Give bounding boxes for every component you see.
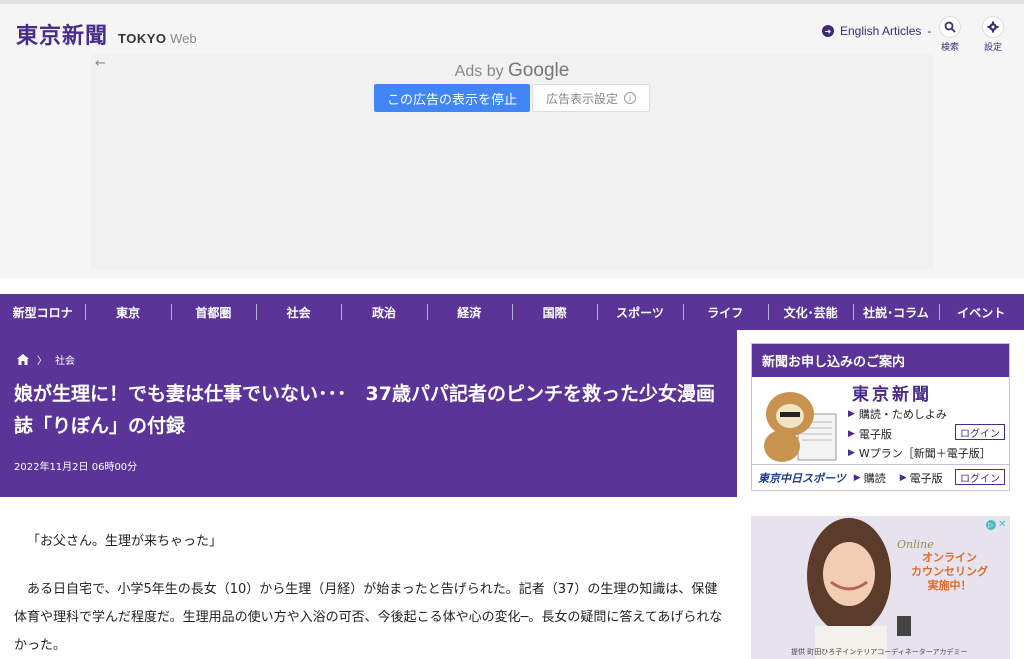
subscribe-row-wplan[interactable]: ▶ Wプラン［新聞＋電子版］	[848, 445, 991, 461]
top-ad-area: ← Ads by Google この広告の表示を停止 広告表示設定 i	[0, 52, 1024, 278]
ad-settings-label: 広告表示設定	[545, 91, 618, 106]
nav-item-metro[interactable]: 首都圏	[170, 294, 256, 330]
close-icon[interactable]: ✕	[998, 520, 1008, 530]
mascot-illustration	[764, 392, 837, 462]
article-body: 「お父さん。生理が来ちゃった」 ある日自宅で、小学5年生の長女（10）から生理（…	[14, 528, 726, 659]
article-paragraph: ある日自宅で、小学5年生の長女（10）から生理（月経）が始まったと告げられた。記…	[14, 582, 723, 653]
logo-en: TOKYO Web	[118, 31, 197, 46]
breadcrumb-category[interactable]: 社会	[55, 352, 75, 367]
article-header: 〉 社会 娘が生理に！でも妻は仕事でいない･･･ 37歳パパ記者のピンチを救った…	[0, 330, 737, 497]
sports-subscribe-link[interactable]: 購読	[864, 470, 886, 486]
subscription-title: 新聞お申し込みのご案内	[752, 344, 1009, 377]
ad-online-label: Online	[897, 538, 934, 551]
search-button[interactable]: 検索	[934, 16, 966, 53]
arrow-right-icon: ➜	[822, 25, 834, 37]
nav-item-life[interactable]: ライフ	[682, 294, 768, 330]
home-icon[interactable]	[17, 354, 29, 365]
breadcrumb: 〉 社会	[17, 352, 75, 367]
digital-login-button[interactable]: ログイン	[955, 424, 1005, 440]
adchoices-icon[interactable]: ▷	[986, 520, 996, 530]
logo-jp: 東京新聞	[16, 23, 109, 49]
nav-item-editorial[interactable]: 社説･コラム	[853, 294, 938, 330]
nav-item-culture[interactable]: 文化･芸能	[767, 294, 853, 330]
article-date: 2022年11月2日 06時00分	[14, 462, 138, 473]
ads-by-google: Ads by Google	[454, 60, 570, 81]
english-articles-label: English Articles	[840, 24, 922, 38]
gear-icon	[982, 16, 1004, 38]
ad-photo	[807, 518, 911, 659]
article-title: 娘が生理に！でも妻は仕事でいない･･･ 37歳パパ記者のピンチを救った少女漫画誌…	[14, 383, 715, 437]
nav-item-society[interactable]: 社会	[255, 294, 341, 330]
ad-credit: 提供 町田ひろ子インテリアコーディネーターアカデミー	[791, 648, 968, 656]
subscribe-row-trial[interactable]: ▶ 購読・ためしよみ	[848, 406, 947, 422]
info-icon: i	[624, 92, 636, 104]
chevron-right-icon: 〉	[37, 356, 47, 367]
sidebar-ad[interactable]: ▷ ✕ Online オンライン カウンセリング 実施中！ 提供 町田ひろ子イン…	[751, 516, 1010, 659]
nav-item-sports[interactable]: スポーツ	[597, 294, 682, 330]
sports-digital-link[interactable]: 電子版	[910, 470, 943, 486]
site-logo[interactable]: 東京新聞 TOKYO Web	[16, 18, 197, 50]
stop-ad-button[interactable]: この広告の表示を停止	[374, 84, 530, 112]
subscribe-row-digital[interactable]: ▶ 電子版	[848, 426, 892, 442]
nav-item-politics[interactable]: 政治	[341, 294, 426, 330]
search-icon	[939, 16, 961, 38]
google-ad-frame: ← Ads by Google この広告の表示を停止 広告表示設定 i	[91, 54, 933, 270]
nav-item-tokyo[interactable]: 東京	[85, 294, 170, 330]
sports-login-button[interactable]: ログイン	[955, 469, 1005, 485]
sports-row: 東京中日スポーツ ▶ 購読 ▶ 電子版 ログイン	[752, 464, 1009, 490]
article-paragraph: 「お父さん。生理が来ちゃった」	[27, 534, 223, 549]
nav-item-economy[interactable]: 経済	[426, 294, 512, 330]
nav-item-events[interactable]: イベント	[938, 294, 1024, 330]
nav-item-international[interactable]: 国際	[511, 294, 597, 330]
subscription-logo: 東京新聞	[852, 385, 932, 405]
ad-settings-button[interactable]: 広告表示設定 i	[532, 84, 650, 112]
category-nav: 新型コロナ 東京 首都圏 社会 政治 経済 国際 スポーツ ライフ 文化･芸能 …	[0, 294, 1024, 330]
english-articles-link[interactable]: ➜ English Articles -	[822, 24, 931, 38]
nav-item-corona[interactable]: 新型コロナ	[0, 294, 85, 330]
settings-button[interactable]: 設定	[977, 16, 1009, 53]
site-header: 東京新聞 TOKYO Web ➜ English Articles - 検索 設…	[0, 0, 1024, 53]
sports-logo: 東京中日スポーツ	[752, 469, 852, 486]
subscription-banner[interactable]: 新聞お申し込みのご案内 東京新聞 ▶ 購読・ためしよみ ▶ 電子版 ログイン ▶ Wプ…	[751, 343, 1010, 491]
ad-copy: オンライン カウンセリング 実施中！	[911, 551, 988, 592]
